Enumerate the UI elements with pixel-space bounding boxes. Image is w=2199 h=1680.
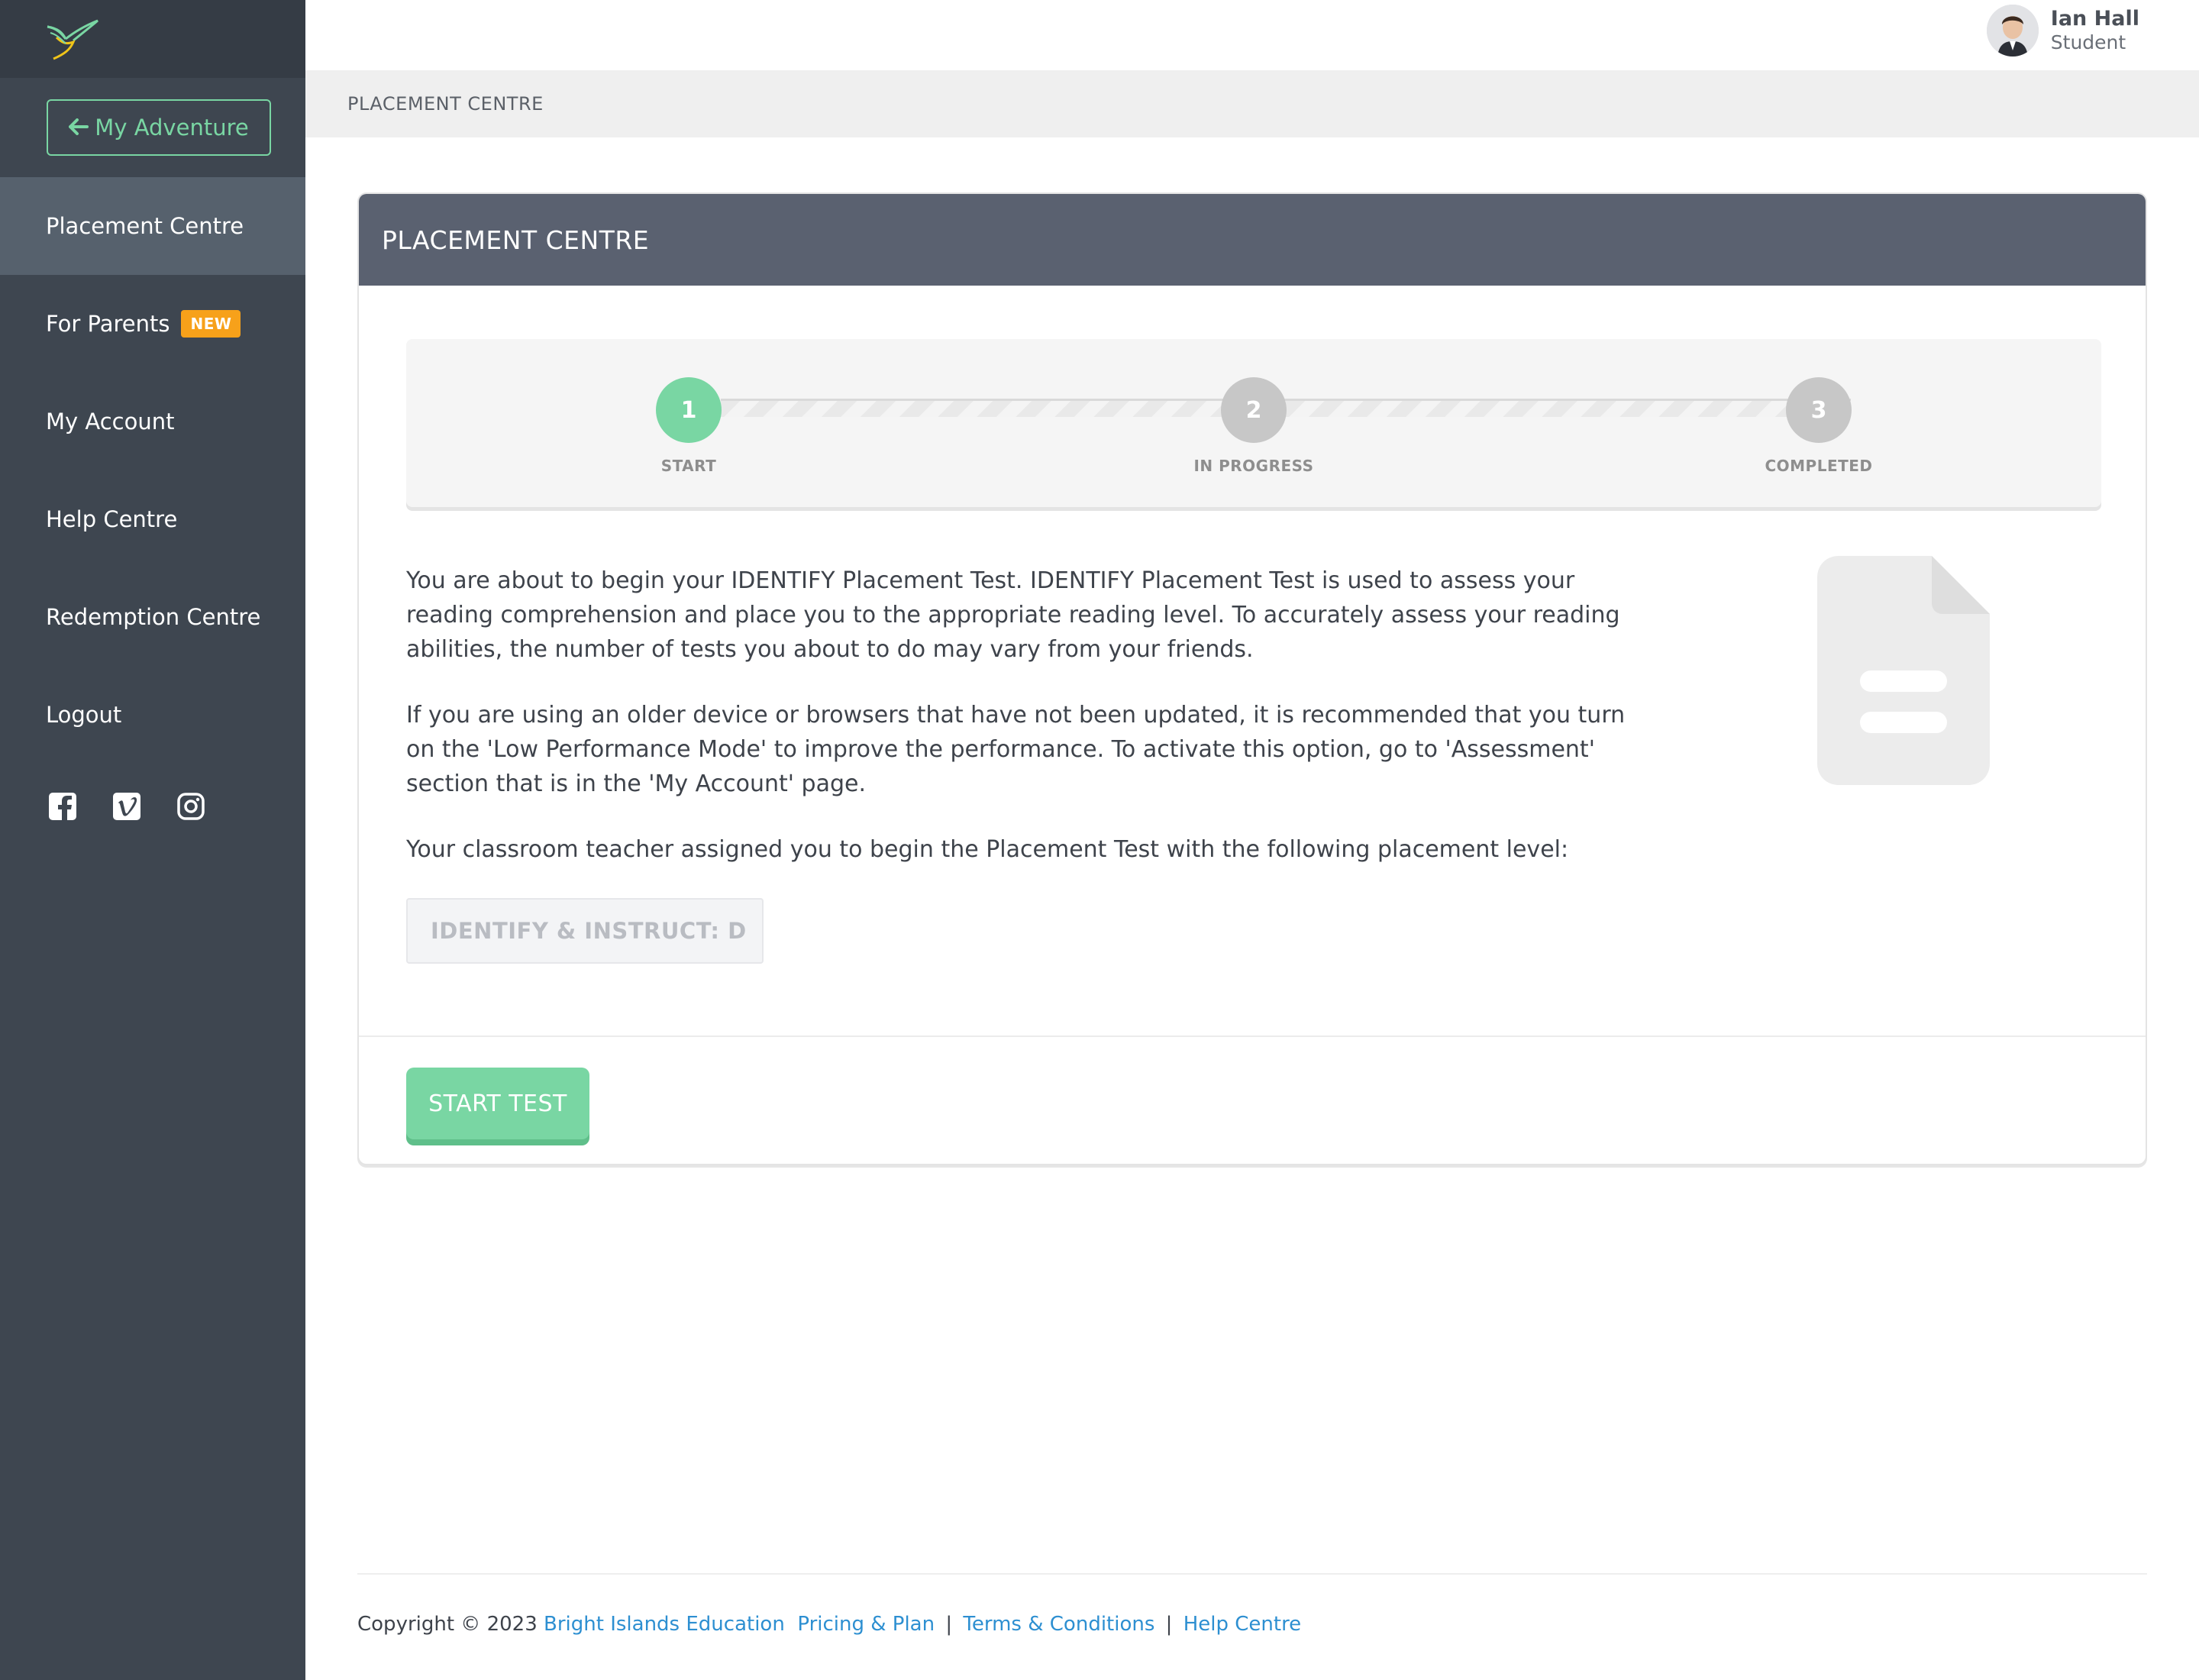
card-divider xyxy=(359,1035,2146,1037)
step-start: 1 START xyxy=(589,377,788,475)
user-name: Ian Hall xyxy=(2050,7,2139,31)
instruction-paragraph: You are about to begin your IDENTIFY Pla… xyxy=(406,567,1620,663)
sidebar-item-redemption-centre[interactable]: Redemption Centre xyxy=(0,568,305,666)
document-icon xyxy=(1817,556,1990,785)
avatar xyxy=(1986,5,2039,57)
progress-stepper: 1 START 2 IN PROGRESS 3 COMPLETED xyxy=(406,339,2101,507)
footer-link-pricing[interactable]: Pricing & Plan xyxy=(797,1613,935,1636)
sidebar: My Adventure Placement Centre For Parent… xyxy=(0,0,305,1680)
breadcrumb: PLACEMENT CENTRE xyxy=(305,70,2199,137)
sidebar-item-for-parents[interactable]: For Parents NEW xyxy=(0,275,305,373)
user-menu[interactable]: Ian Hall Student xyxy=(1986,5,2139,57)
step-number: 3 xyxy=(1786,377,1852,443)
social-links xyxy=(47,791,206,822)
sidebar-nav: Placement Centre For Parents NEW My Acco… xyxy=(0,177,305,764)
footer-separator: | xyxy=(1165,1613,1173,1636)
instruction-paragraph: If you are using an older device or brow… xyxy=(406,702,1626,797)
placement-level-field: IDENTIFY & INSTRUCT: D xyxy=(406,898,764,964)
user-info: Ian Hall Student xyxy=(2051,7,2139,54)
start-test-button[interactable]: START TEST xyxy=(406,1068,589,1139)
sidebar-item-placement-centre[interactable]: Placement Centre xyxy=(0,177,305,275)
hummingbird-logo[interactable] xyxy=(43,16,101,62)
footer-link-help-centre[interactable]: Help Centre xyxy=(1183,1613,1301,1636)
sidebar-item-label: Placement Centre xyxy=(46,213,244,239)
sidebar-item-my-account[interactable]: My Account xyxy=(0,373,305,470)
my-adventure-label: My Adventure xyxy=(95,115,249,141)
logo-bar xyxy=(0,0,305,78)
footer-link-terms[interactable]: Terms & Conditions xyxy=(963,1613,1154,1636)
copyright-text: Copyright © 2023 xyxy=(357,1613,538,1636)
breadcrumb-current: PLACEMENT CENTRE xyxy=(347,93,544,115)
step-completed: 3 COMPLETED xyxy=(1719,377,1918,475)
footer-separator: | xyxy=(945,1613,953,1636)
step-label: START xyxy=(660,457,717,475)
sidebar-item-label: For Parents xyxy=(46,311,170,337)
footer-link-bright-islands[interactable]: Bright Islands Education xyxy=(544,1613,785,1636)
card-header: PLACEMENT CENTRE xyxy=(359,194,2146,286)
step-number: 1 xyxy=(656,377,722,443)
step-label: IN PROGRESS xyxy=(1193,457,1314,475)
sidebar-item-help-centre[interactable]: Help Centre xyxy=(0,470,305,568)
instruction-paragraph: Your classroom teacher assigned you to b… xyxy=(406,836,1569,863)
sidebar-item-label: Logout xyxy=(46,702,122,728)
start-test-label: START TEST xyxy=(428,1090,567,1117)
card-title: PLACEMENT CENTRE xyxy=(382,225,650,255)
step-number: 2 xyxy=(1221,377,1287,443)
sidebar-item-logout[interactable]: Logout xyxy=(0,666,305,764)
step-in-progress: 2 IN PROGRESS xyxy=(1154,377,1353,475)
step-label: COMPLETED xyxy=(1765,457,1873,475)
instagram-icon[interactable] xyxy=(176,791,206,822)
top-bar: Ian Hall Student xyxy=(305,0,2199,70)
my-adventure-button[interactable]: My Adventure xyxy=(47,99,271,156)
vimeo-icon[interactable] xyxy=(111,791,142,822)
arrow-left-icon xyxy=(69,115,89,141)
sidebar-item-label: My Account xyxy=(46,409,175,435)
placement-level-value: IDENTIFY & INSTRUCT: D xyxy=(431,918,747,944)
footer-divider xyxy=(357,1573,2147,1575)
sidebar-item-label: Redemption Centre xyxy=(46,604,261,630)
footer: Copyright © 2023 Bright Islands Educatio… xyxy=(357,1613,1301,1636)
instructions: You are about to begin your IDENTIFY Pla… xyxy=(406,564,1658,867)
new-badge: NEW xyxy=(181,310,241,338)
user-role: Student xyxy=(2050,31,2126,53)
placement-card: PLACEMENT CENTRE 1 START 2 IN PROGRESS 3… xyxy=(357,192,2147,1165)
sidebar-item-label: Help Centre xyxy=(46,506,178,532)
facebook-icon[interactable] xyxy=(47,791,78,822)
